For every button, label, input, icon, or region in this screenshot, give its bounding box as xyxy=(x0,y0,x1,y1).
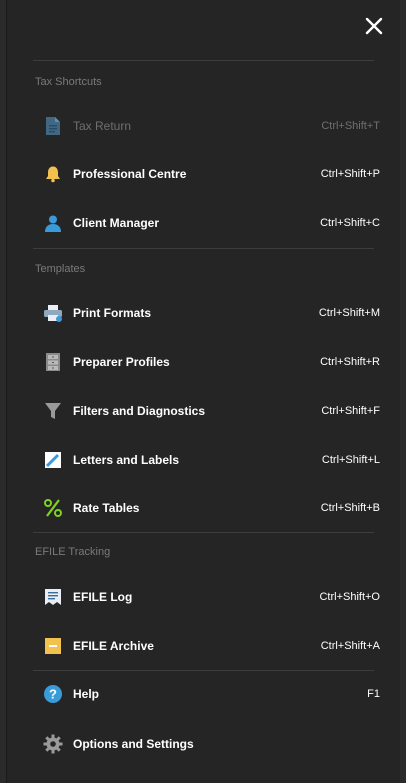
bell-icon xyxy=(43,164,63,184)
menu-item-shortcut: F1 xyxy=(367,688,380,700)
menu-item-label: Professional Centre xyxy=(73,167,187,181)
menu-item-label: Options and Settings xyxy=(73,737,194,751)
help-icon: ? xyxy=(43,684,63,704)
menu-item-rate-tables[interactable]: Rate Tables Ctrl+Shift+B xyxy=(33,492,380,524)
filter-icon xyxy=(43,401,63,421)
menu-item-shortcut: Ctrl+Shift+M xyxy=(318,307,380,319)
document-icon xyxy=(43,116,63,136)
section-label-tax-shortcuts: Tax Shortcuts xyxy=(35,76,102,88)
person-icon xyxy=(43,213,63,233)
archive-icon xyxy=(43,636,63,656)
menu-item-preparer-profiles[interactable]: Preparer Profiles Ctrl+Shift+R xyxy=(33,346,380,378)
menu-item-label: Filters and Diagnostics xyxy=(73,404,206,418)
menu-item-letters-and-labels[interactable]: Letters and Labels Ctrl+Shift+L xyxy=(33,444,380,476)
menu-item-efile-archive[interactable]: EFILE Archive Ctrl+Shift+A xyxy=(33,630,380,662)
close-button[interactable] xyxy=(362,14,386,38)
menu-item-label: Tax Return xyxy=(73,119,132,133)
menu-item-shortcut: Ctrl+Shift+T xyxy=(321,120,380,132)
gear-icon xyxy=(43,734,63,754)
menu-item-shortcut: Ctrl+Shift+C xyxy=(320,217,380,229)
book-icon xyxy=(43,587,63,607)
svg-text:?: ? xyxy=(49,687,57,702)
menu-item-label: Print Formats xyxy=(73,306,152,320)
divider xyxy=(33,60,374,61)
menu-item-options-and-settings[interactable]: Options and Settings xyxy=(33,728,380,760)
menu-item-shortcut: Ctrl+Shift+F xyxy=(321,405,380,417)
percent-icon xyxy=(43,498,63,518)
section-label-efile-tracking: EFILE Tracking xyxy=(35,546,111,558)
menu-item-label: EFILE Log xyxy=(73,590,133,604)
cabinet-icon xyxy=(43,352,63,372)
menu-item-shortcut: Ctrl+Shift+R xyxy=(320,356,380,368)
divider xyxy=(33,248,374,249)
section-label-templates: Templates xyxy=(35,263,86,275)
printer-icon xyxy=(43,303,63,323)
menu-item-help[interactable]: ? Help F1 xyxy=(33,678,380,710)
menu-item-shortcut: Ctrl+Shift+B xyxy=(320,502,380,514)
menu-item-filters-and-diagnostics[interactable]: Filters and Diagnostics Ctrl+Shift+F xyxy=(33,395,380,427)
menu-item-label: Preparer Profiles xyxy=(73,355,170,369)
menu-item-label: Client Manager xyxy=(73,216,160,230)
menu-item-label: Rate Tables xyxy=(73,501,140,515)
menu-item-shortcut: Ctrl+Shift+P xyxy=(320,168,380,180)
menu-item-tax-return[interactable]: Tax Return Ctrl+Shift+T xyxy=(33,110,380,142)
menu-item-shortcut: Ctrl+Shift+A xyxy=(320,640,380,652)
pen-icon xyxy=(43,450,63,470)
menu-item-label: Help xyxy=(73,687,100,701)
divider xyxy=(33,670,374,671)
menu-item-print-formats[interactable]: Print Formats Ctrl+Shift+M xyxy=(33,297,380,329)
side-menu-panel: Tax Shortcuts Tax Return Ctrl+Shift+T Pr… xyxy=(6,0,400,783)
close-icon xyxy=(365,17,383,35)
menu-item-label: EFILE Archive xyxy=(73,639,154,653)
menu-item-efile-log[interactable]: EFILE Log Ctrl+Shift+O xyxy=(33,581,380,613)
menu-item-label: Letters and Labels xyxy=(73,453,180,467)
menu-item-client-manager[interactable]: Client Manager Ctrl+Shift+C xyxy=(33,207,380,239)
divider xyxy=(33,532,374,533)
menu-item-shortcut: Ctrl+Shift+L xyxy=(321,454,380,466)
menu-item-professional-centre[interactable]: Professional Centre Ctrl+Shift+P xyxy=(33,158,380,190)
menu-item-shortcut: Ctrl+Shift+O xyxy=(319,591,380,603)
